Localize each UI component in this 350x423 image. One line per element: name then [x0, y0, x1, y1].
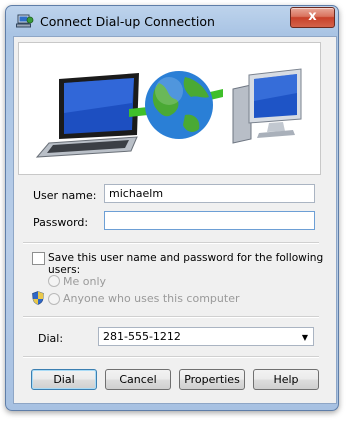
dial-label: Dial: — [38, 332, 64, 345]
separator — [23, 242, 319, 244]
dial-number-value: 281-555-1212 — [103, 330, 181, 343]
me-only-radio[interactable] — [48, 275, 60, 287]
anyone-label: Anyone who uses this computer — [63, 292, 240, 305]
username-field[interactable]: michaelm — [104, 184, 315, 203]
desktop-computer-icon — [232, 68, 302, 144]
window-title: Connect Dial-up Connection — [40, 14, 215, 29]
connection-banner — [18, 42, 321, 175]
uac-shield-icon — [32, 291, 44, 305]
close-button[interactable]: x — [290, 7, 335, 28]
me-only-label: Me only — [63, 275, 107, 288]
anyone-radio[interactable] — [48, 293, 60, 305]
dial-number-combobox[interactable]: 281-555-1212 ▼ — [98, 327, 314, 346]
save-credentials-checkbox[interactable] — [32, 252, 45, 265]
chevron-down-icon: ▼ — [301, 333, 308, 342]
username-label: User name: — [33, 189, 97, 202]
password-label: Password: — [33, 216, 89, 229]
separator — [23, 356, 319, 358]
dialup-connection-icon — [16, 14, 34, 28]
help-button[interactable]: Help — [253, 369, 319, 390]
separator — [23, 316, 319, 318]
password-field[interactable] — [104, 211, 315, 230]
dial-button[interactable]: Dial — [31, 369, 97, 390]
globe-icon — [145, 71, 213, 139]
cancel-button[interactable]: Cancel — [105, 369, 171, 390]
laptop-icon — [35, 73, 139, 158]
save-credentials-label: Save this user name and password for the… — [48, 252, 324, 276]
properties-button[interactable]: Properties — [179, 369, 245, 390]
